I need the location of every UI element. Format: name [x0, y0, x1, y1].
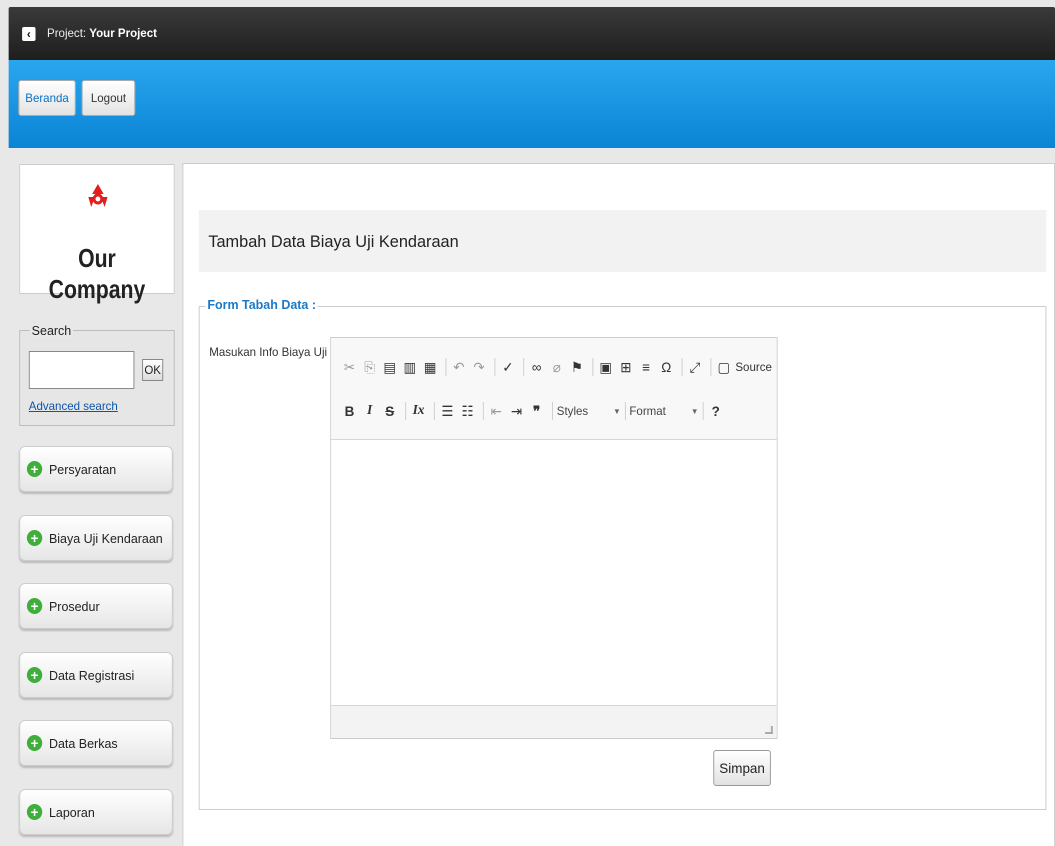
toolbar-separator [702, 402, 704, 420]
project-title: Project: Your Project [47, 26, 157, 40]
rich-text-editor: ✂ ⎘ ▤ ▥ ▦ ↶ ↷ ✓ ∞ ⌀ ⚑ ▣ ⊞ ≡ Ω ⤢ ▢ Source… [330, 337, 778, 739]
paste-text-icon[interactable]: ▥ [401, 357, 418, 377]
sidebar-item-label: Persyaratan [48, 462, 117, 477]
remove-format-icon[interactable]: Ix [410, 401, 427, 421]
plus-icon: + [26, 667, 43, 683]
plus-icon: + [26, 804, 43, 820]
format-dropdown[interactable]: Format ▼ [629, 401, 698, 421]
recycle-logo-icon [88, 184, 108, 207]
special-char-icon[interactable]: Ω [658, 357, 675, 377]
strikethrough-icon[interactable]: S [381, 401, 398, 421]
toolbar-separator [710, 358, 712, 376]
company-logo: Our Company [19, 164, 175, 304]
toolbar-separator [523, 358, 525, 376]
anchor-flag-icon[interactable]: ⚑ [568, 357, 585, 377]
redo-icon[interactable]: ↷ [470, 357, 487, 377]
styles-dropdown[interactable]: Styles ▼ [557, 401, 621, 421]
sidebar-item-data-registrasi[interactable]: + Data Registrasi [19, 652, 173, 698]
toolbar-separator [681, 358, 683, 376]
spellcheck-icon[interactable]: ✓ [499, 357, 516, 377]
blockquote-icon[interactable]: ❞ [528, 401, 545, 421]
sidebar-item-prosedur[interactable]: + Prosedur [19, 583, 173, 629]
chevron-down-icon: ▼ [613, 406, 621, 416]
copy-icon[interactable]: ⎘ [361, 357, 378, 377]
toolbar-separator [405, 402, 407, 420]
bold-icon[interactable]: B [341, 401, 358, 421]
toolbar-separator [552, 402, 553, 420]
search-panel: Search OK Advanced search [19, 323, 175, 426]
logout-button[interactable]: Logout [81, 80, 136, 116]
project-prefix: Project: [47, 26, 87, 40]
plus-icon: + [26, 530, 43, 546]
page-title-bar: Tambah Data Biaya Uji Kendaraan [198, 210, 1047, 272]
sidebar-item-label: Data Berkas [48, 736, 118, 751]
sidebar-item-laporan[interactable]: + Laporan [19, 789, 173, 835]
advanced-search-link[interactable]: Advanced search [29, 399, 118, 413]
home-button[interactable]: Beranda [18, 80, 76, 116]
main-panel: Tambah Data Biaya Uji Kendaraan Form Tab… [182, 163, 1055, 846]
image-icon[interactable]: ▣ [597, 357, 614, 377]
toolbar-separator [482, 402, 484, 420]
plus-icon: + [26, 461, 43, 477]
paste-word-icon[interactable]: ▦ [421, 357, 438, 377]
editor-content-area[interactable] [331, 441, 777, 705]
sidebar-item-data-berkas[interactable]: + Data Berkas [19, 720, 173, 766]
field-label: Masukan Info Biaya Uji [209, 345, 328, 359]
maximize-icon[interactable]: ⤢ [686, 357, 703, 377]
page-title: Tambah Data Biaya Uji Kendaraan [208, 232, 459, 251]
editor-toolbar: ✂ ⎘ ▤ ▥ ▦ ↶ ↷ ✓ ∞ ⌀ ⚑ ▣ ⊞ ≡ Ω ⤢ ▢ Source… [331, 338, 777, 440]
logo-text: Our Company [48, 243, 146, 304]
paste-icon[interactable]: ▤ [381, 357, 398, 377]
undo-icon[interactable]: ↶ [450, 357, 467, 377]
sidebar-item-persyaratan[interactable]: + Persyaratan [19, 446, 173, 492]
numbered-list-icon[interactable]: ☰ [439, 401, 456, 421]
toolbar-separator [433, 402, 435, 420]
bulleted-list-icon[interactable]: ☷ [459, 401, 476, 421]
indent-icon[interactable]: ⇥ [508, 401, 525, 421]
toolbar-separator [494, 358, 496, 376]
editor-status-bar [331, 705, 777, 738]
source-icon[interactable]: ▢ [715, 357, 732, 377]
sidebar-item-biaya-uji[interactable]: + Biaya Uji Kendaraan [19, 515, 173, 561]
nav-bar: Beranda Logout [8, 60, 1055, 148]
sidebar-item-label: Laporan [48, 805, 95, 820]
toolbar-separator [624, 402, 626, 420]
plus-icon: + [26, 598, 43, 614]
horizontal-line-icon[interactable]: ≡ [637, 357, 654, 377]
toolbar-separator [445, 358, 447, 376]
sidebar-item-label: Data Registrasi [48, 668, 135, 683]
chevron-down-icon: ▼ [690, 406, 699, 416]
save-button[interactable]: Simpan [713, 750, 771, 786]
back-icon[interactable]: ‹ [22, 27, 36, 41]
resize-grip-icon[interactable] [765, 726, 773, 734]
table-icon[interactable]: ⊞ [617, 357, 634, 377]
sidebar-item-label: Biaya Uji Kendaraan [48, 531, 163, 546]
sidebar-item-label: Prosedur [48, 599, 100, 614]
search-input[interactable] [28, 351, 135, 389]
format-label: Format [629, 404, 666, 418]
search-legend: Search [29, 323, 74, 338]
outdent-icon[interactable]: ⇤ [488, 401, 505, 421]
search-ok-button[interactable]: OK [142, 359, 164, 381]
toolbar-row-1: ✂ ⎘ ▤ ▥ ▦ ↶ ↷ ✓ ∞ ⌀ ⚑ ▣ ⊞ ≡ Ω ⤢ ▢ Source [341, 354, 776, 380]
top-bar: ‹ Project: Your Project [8, 7, 1055, 60]
cut-icon[interactable]: ✂ [341, 357, 358, 377]
italic-icon[interactable]: I [361, 401, 378, 421]
help-icon[interactable]: ? [707, 401, 724, 421]
app-root: ‹ Project: Your Project Beranda Logout O… [0, 0, 1055, 846]
form-fieldset: Form Tabah Data : Masukan Info Biaya Uji… [198, 297, 1047, 810]
styles-label: Styles [556, 404, 589, 418]
toolbar-separator [592, 358, 594, 376]
form-legend: Form Tabah Data : [205, 297, 318, 312]
toolbar-row-2: B I S Ix ☰ ☷ ⇤ ⇥ ❞ Styles ▼ Format ▼ ? [341, 398, 727, 424]
plus-icon: + [26, 735, 43, 751]
unlink-icon[interactable]: ⌀ [548, 357, 565, 377]
link-icon[interactable]: ∞ [528, 357, 545, 377]
source-button[interactable]: Source [735, 360, 772, 374]
project-name: Your Project [89, 26, 157, 40]
